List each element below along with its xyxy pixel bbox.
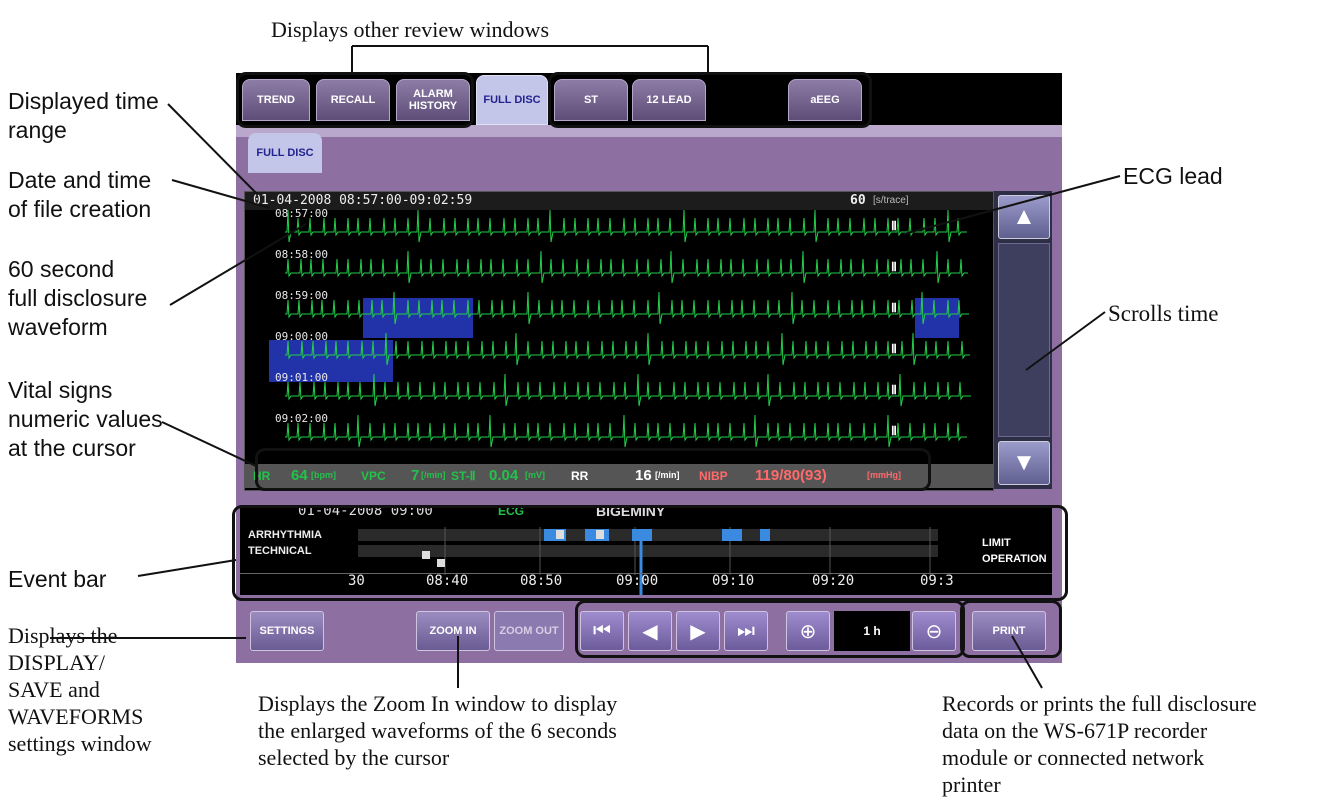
annotation-file-creation: Date and time of file creation — [8, 167, 152, 222]
outline-print — [960, 600, 1062, 658]
annotation-zoom: Displays the Zoom In window to display t… — [258, 691, 618, 770]
annotation-scrolls: Scrolls time — [1108, 301, 1219, 326]
annotation-review-windows: Displays other review windows — [271, 17, 550, 42]
ecg-trace-2 — [285, 250, 968, 284]
ecg-lead-label-6: Ⅱ — [891, 424, 897, 438]
time-scroll[interactable]: ▲ ▼ — [994, 191, 1052, 489]
trace-time-1: 08:57:00 — [275, 207, 328, 220]
ecg-lead-label-4: Ⅱ — [891, 342, 897, 356]
annotation-ecg-lead: ECG lead — [1123, 163, 1223, 189]
outline-event-bar — [232, 505, 1068, 601]
trace-scale-unit: [s/trace] — [873, 195, 909, 206]
zoom-in-button[interactable]: ZOOM IN — [416, 611, 490, 651]
outline-navigation — [575, 600, 965, 658]
annotation-settings: Displays the DISPLAY/ SAVE and WAVEFORMS… — [8, 623, 152, 756]
tab-full-disc[interactable]: FULL DISC — [476, 75, 548, 125]
up-icon: ▲ — [1012, 203, 1036, 230]
ecg-lead-label-5: Ⅱ — [891, 383, 897, 397]
cursor-highlight-1 — [363, 298, 473, 338]
annotation-waveform: 60 second full disclosure waveform — [8, 256, 148, 340]
down-icon: ▼ — [1012, 449, 1036, 476]
ecg-lead-label-2: Ⅱ — [891, 260, 897, 274]
ecg-lead-label-3: Ⅱ — [891, 301, 897, 315]
waveform-screen[interactable]: 01-04-2008 08:57:00-09:02:59 60 [s/trace… — [244, 191, 994, 491]
outline-vitals — [255, 448, 931, 491]
displayed-time-range: 01-04-2008 08:57:00-09:02:59 — [253, 193, 473, 208]
trace-time-2: 08:58:00 — [275, 248, 328, 261]
trace-time-6: 09:02:00 — [275, 412, 328, 425]
ecg-lead-label-1: Ⅱ — [891, 219, 897, 233]
scroll-track[interactable] — [998, 243, 1050, 437]
annotation-vitals: Vital signs numeric values at the cursor — [8, 377, 163, 461]
waveform-header: 01-04-2008 08:57:00-09:02:59 60 [s/trace… — [245, 192, 993, 210]
zoom-out-button[interactable]: ZOOM OUT — [494, 611, 564, 651]
outline-review-tabs-right — [548, 72, 872, 128]
annotation-event-bar: Event bar — [8, 566, 107, 592]
outline-review-tabs-left — [236, 72, 474, 128]
ecg-trace-1 — [285, 210, 967, 243]
settings-button[interactable]: SETTINGS — [250, 611, 324, 651]
ecg-trace-6 — [285, 414, 967, 448]
trace-scale: 60 — [850, 193, 866, 208]
annotation-time-range: Displayed time range — [8, 88, 159, 143]
trace-time-4: 09:00:00 — [275, 330, 328, 343]
trace-time-3: 08:59:00 — [275, 289, 328, 302]
annotation-print: Records or prints the full disclosure da… — [942, 691, 1257, 797]
waveform-area — [269, 210, 971, 448]
subtab-full-disc[interactable]: FULL DISC — [248, 133, 322, 173]
trace-time-5: 09:01:00 — [275, 371, 328, 384]
scroll-up-button[interactable]: ▲ — [998, 195, 1050, 239]
scroll-down-button[interactable]: ▼ — [998, 441, 1050, 485]
